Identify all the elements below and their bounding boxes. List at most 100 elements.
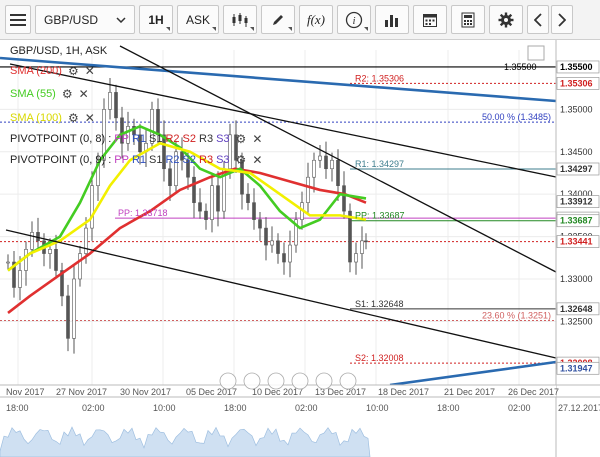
nav-last-icon xyxy=(339,372,357,390)
indicator-row[interactable]: SMA (200) ⚙ ✕ xyxy=(10,63,95,79)
pivot-part: R2 xyxy=(165,133,180,145)
time-label: 02:00 xyxy=(508,403,531,413)
candle-body xyxy=(270,240,274,246)
date-label: 18 Dec 2017 xyxy=(378,387,429,397)
candle-body xyxy=(210,185,214,220)
calculator-button[interactable] xyxy=(451,5,485,34)
candle-body xyxy=(114,92,118,119)
date-label: 21 Dec 2017 xyxy=(444,387,495,397)
pivot-level-label: S1: 1.32648 xyxy=(355,299,404,309)
candle-body xyxy=(18,270,22,288)
svg-text:i: i xyxy=(352,15,355,27)
chevron-left-icon xyxy=(534,12,542,27)
candle-body xyxy=(84,227,88,254)
pivot-level-label: PP: 1.33718 xyxy=(118,208,168,218)
menu-button[interactable] xyxy=(5,5,31,34)
pivot-level-label: R1: 1.34297 xyxy=(355,159,404,169)
function-icon: f(x) xyxy=(306,11,326,27)
close-icon[interactable]: ✕ xyxy=(252,132,262,146)
close-icon[interactable]: ✕ xyxy=(85,64,95,78)
price-side-button[interactable]: ASK xyxy=(177,5,219,34)
sma-55-line xyxy=(7,125,367,272)
gear-icon[interactable]: ⚙ xyxy=(236,153,247,167)
pivot-part: S2 xyxy=(182,154,197,166)
info-button[interactable]: i xyxy=(337,5,371,34)
candle-body xyxy=(282,253,286,263)
gear-icon[interactable]: ⚙ xyxy=(62,87,73,101)
indicator-row[interactable]: SMA (55) ⚙ ✕ xyxy=(10,86,89,102)
nav-zoom-out-icon xyxy=(267,372,285,390)
pivot-level-label: 50.00 % (1.3485) xyxy=(482,112,551,122)
candle-body xyxy=(78,253,82,280)
trend-line-channel-bottom xyxy=(5,229,557,359)
close-icon[interactable]: ✕ xyxy=(252,153,262,167)
price-tag-label: 1.33687 xyxy=(560,216,593,226)
pivot-label: PIVOTPOINT (0, 8) : xyxy=(10,133,112,145)
calendar-button[interactable] xyxy=(413,5,447,34)
pivot-part: R1 xyxy=(131,154,147,166)
popout-icon xyxy=(527,45,545,61)
chevron-right-icon xyxy=(558,12,566,27)
price-side-label: ASK xyxy=(185,12,210,27)
price-tag-label: 1.35306 xyxy=(560,78,593,88)
chart-title: GBP/USD, 1H, ASK xyxy=(10,45,108,57)
gear-icon[interactable]: ⚙ xyxy=(68,111,79,125)
dropdown-caret-icon xyxy=(288,27,292,31)
indicators-button[interactable]: f(x) xyxy=(299,5,333,34)
chart-type-button[interactable] xyxy=(223,5,257,34)
draw-tool-button[interactable] xyxy=(261,5,295,34)
candle-body xyxy=(276,240,280,254)
symbol-selector[interactable]: GBP/USD xyxy=(35,5,135,34)
candle-body xyxy=(6,261,10,264)
gear-icon[interactable]: ⚙ xyxy=(68,64,79,78)
indicator-label: SMA (200) xyxy=(10,65,62,77)
price-tag-label: 1.33441 xyxy=(560,237,593,247)
pivot-part: S2 xyxy=(182,133,197,145)
pivot-level-label: 23.60 % (1.3251) xyxy=(482,311,551,321)
pivot-part: R3 xyxy=(199,133,214,145)
candle-body xyxy=(216,185,220,212)
chart-toolbar: GBP/USD 1H ASK f(x) i xyxy=(0,0,600,40)
price-tag-label: 1.31947 xyxy=(560,363,593,373)
indicator-row[interactable]: SMA (100) ⚙ ✕ xyxy=(10,110,95,126)
time-label: 02:00 xyxy=(295,403,318,413)
candle-body xyxy=(364,240,368,243)
gear-icon[interactable]: ⚙ xyxy=(236,132,247,146)
candle-body xyxy=(72,278,76,339)
time-axis-end-label: 27.12.2017 xyxy=(558,403,600,413)
candle-body xyxy=(318,155,322,161)
price-chart[interactable]: R2: 1.35306 50.00 % (1.3485) R1: 1.34297 PP… xyxy=(0,40,600,457)
info-icon: i xyxy=(345,11,363,28)
price-tag-label: 1.35500 xyxy=(560,62,593,72)
nav-zoom-in-icon xyxy=(291,372,309,390)
candle-body xyxy=(66,295,70,339)
settings-button[interactable] xyxy=(489,5,523,34)
candle-body xyxy=(264,227,268,246)
candle-body xyxy=(336,159,340,186)
close-icon[interactable]: ✕ xyxy=(79,87,89,101)
price-tick-label: 1.34500 xyxy=(560,147,593,157)
close-icon[interactable]: ✕ xyxy=(85,111,95,125)
candle-body xyxy=(198,202,202,212)
volume-button[interactable] xyxy=(375,5,409,34)
price-tick-label: 1.35000 xyxy=(560,104,593,114)
scroll-right-button[interactable] xyxy=(551,5,573,34)
nav-back-icon xyxy=(243,372,261,390)
pivot-part: R3 xyxy=(199,154,214,166)
pivot-row[interactable]: PIVOTPOINT (0, 9) : PP R1 S1 R2 S2 R3 S3 ⚙ ✕ xyxy=(10,152,262,168)
indicator-label: SMA (55) xyxy=(10,88,56,100)
candle-body xyxy=(324,155,328,170)
timeframe-button[interactable]: 1H xyxy=(139,5,173,34)
price-tick-label: 1.33000 xyxy=(560,274,593,284)
dropdown-caret-icon xyxy=(166,27,170,31)
candle-body xyxy=(312,159,316,178)
price-axis: 1.355001.350001.345001.340001.335001.330… xyxy=(555,40,600,457)
candle-body xyxy=(288,244,292,263)
scroll-left-button[interactable] xyxy=(527,5,549,34)
pivot-row[interactable]: PIVOTPOINT (0, 8) : PP R1 S1 R2 S2 R3 S3 ⚙ ✕ xyxy=(10,131,262,147)
price-tag-label: 1.33912 xyxy=(560,197,593,207)
candle-body xyxy=(342,185,346,212)
calendar-icon xyxy=(423,13,437,27)
candle-body xyxy=(330,159,334,170)
pivot-part: S3 xyxy=(216,133,230,145)
